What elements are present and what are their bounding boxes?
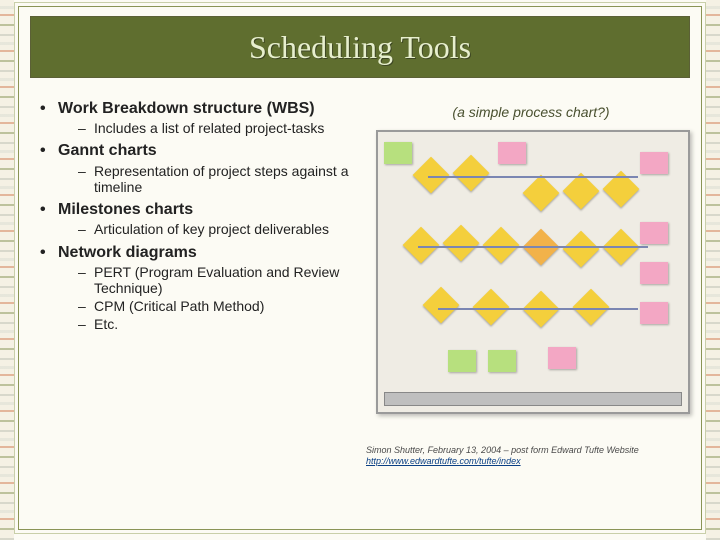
credit-link[interactable]: http://www.edwardtufte.com/tufte/index	[366, 456, 521, 466]
bullet-gantt: Gannt charts	[40, 142, 380, 160]
slide-title: Scheduling Tools	[249, 29, 471, 66]
credit-text: Simon Shutter, February 13, 2004 – post …	[366, 445, 639, 455]
whiteboard-image	[376, 130, 690, 414]
title-box: Scheduling Tools	[30, 16, 690, 78]
bullet-gantt-sub1: Representation of project steps against …	[40, 163, 380, 195]
bullet-network-sub2: CPM (Critical Path Method)	[40, 298, 380, 314]
decorative-stripe-right	[706, 0, 720, 540]
bullet-content: Work Breakdown structure (WBS) Includes …	[40, 100, 380, 338]
bullet-wbs-sub1: Includes a list of related project-tasks	[40, 120, 380, 136]
decorative-stripe-left	[0, 0, 14, 540]
figure-caption: (a simple process chart?)	[376, 104, 686, 120]
bullet-milestones-sub1: Articulation of key project deliverables	[40, 221, 380, 237]
figure: (a simple process chart?)	[376, 104, 686, 414]
bullet-network-sub3: Etc.	[40, 316, 380, 332]
bullet-network: Network diagrams	[40, 244, 380, 262]
bullet-network-sub1: PERT (Program Evaluation and Review Tech…	[40, 264, 380, 296]
slide: Scheduling Tools Work Breakdown structur…	[0, 0, 720, 540]
bullet-milestones: Milestones charts	[40, 201, 380, 219]
figure-credit: Simon Shutter, February 13, 2004 – post …	[366, 445, 686, 468]
bullet-wbs: Work Breakdown structure (WBS)	[40, 100, 380, 118]
